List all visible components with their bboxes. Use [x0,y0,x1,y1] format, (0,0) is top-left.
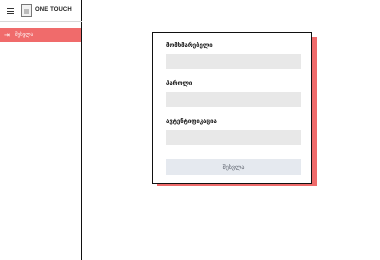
sidebar-item-label: შესვლა [15,32,34,38]
login-submit-button[interactable]: შესვლა [166,159,301,175]
password-label: პაროლი [166,80,193,87]
auth-field[interactable] [166,130,301,145]
brand-name: ONE TOUCH [35,7,72,13]
sidebar-header: ONE TOUCH [0,0,82,22]
login-arrow-icon: ⇥ [4,31,10,39]
username-label: მომხმარებელი [166,42,213,49]
username-field[interactable] [166,54,301,69]
sidebar-item-login[interactable]: ⇥ შესვლა [0,28,81,42]
hamburger-icon[interactable] [7,8,14,14]
auth-label: ავტენტიფიკაცია [166,118,217,125]
sidebar: ONE TOUCH ⇥ შესვლა [0,0,82,260]
login-card: მომხმარებელი პაროლი ავტენტიფიკაცია შესვლ… [152,32,312,184]
password-field[interactable] [166,92,301,107]
app-root: ONE TOUCH ⇥ შესვლა მომხმარებელი პაროლი ა… [0,0,380,260]
app-logo [21,4,32,17]
